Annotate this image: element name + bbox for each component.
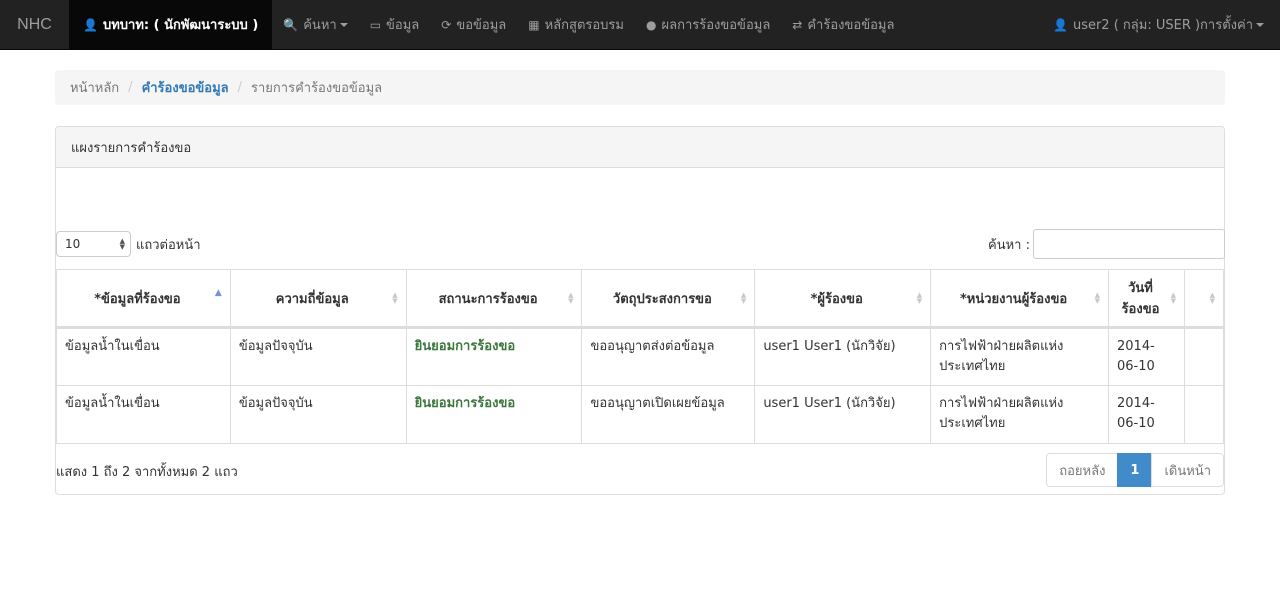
column-header-label: ความถี่ข้อมูล [275,291,349,307]
nav-item-request-results[interactable]: ● ผลการร้องขอข้อมูล [635,0,781,49]
pagination: ถอยหลัง 1 เดินหน้า [1046,453,1224,487]
table-header-row: *ข้อมูลที่ร้องขอ ▲ ความถี่ข้อมูล ▲ ▼ สถานะก… [56,269,1225,329]
nav-item-request-data-label: ขอข้อมูล [456,18,507,33]
requests-table: *ข้อมูลที่ร้องขอ ▲ ความถี่ข้อมูล ▲ ▼ สถานะก… [56,269,1225,444]
comment-icon: ● [646,17,657,32]
breadcrumb: หน้าหลัก / คำร้องขอข้อมูล / รายการคำร้อง… [55,70,1225,105]
cell-requester: user1 User1 (นักวิจัย) [754,385,932,444]
calendar-icon: ▦ [528,17,540,32]
cell-frequency: ข้อมูลปัจจุบัน [229,385,407,444]
page-length-value: 10 [65,237,81,251]
user-icon: 👤 [83,17,98,32]
nav-item-request-data[interactable]: ⟳ ขอข้อมูล [430,0,517,49]
search-input[interactable] [1033,229,1225,259]
cell-actions[interactable] [1183,327,1225,386]
nav-item-request-results-label: ผลการร้องขอข้อมูล [661,18,771,33]
sort-both-icon: ▲ ▼ [1209,291,1215,305]
cell-frequency: ข้อมูลปัจจุบัน [229,327,407,386]
refresh-icon: ⟳ [441,17,452,32]
pagination-prev-button[interactable]: ถอยหลัง [1046,453,1119,487]
cell-status: ยินยอมการร้องขอ [405,385,583,444]
cell-purpose: ขออนุญาตส่งต่อข้อมูล [581,327,756,386]
pagination-page-1[interactable]: 1 [1117,453,1153,487]
search-control: ค้นหา : [988,229,1225,259]
breadcrumb-current: รายการคำร้องขอข้อมูล [251,81,383,96]
requests-panel: แผงรายการคำร้องขอ 10 ▲ ▼ แถวต่อหน้า ค้นหา… [55,126,1225,495]
nav-item-training-label: หลักสูตรอบรม [544,18,624,33]
sort-both-icon: ▲ ▼ [568,291,574,305]
caret-down-icon [1256,22,1264,27]
cell-status: ยินยอมการร้องขอ [405,327,583,386]
sort-asc-icon: ▲ [214,288,222,298]
nav-item-training[interactable]: ▦ หลักสูตรอบรม [517,0,635,49]
cell-requester: user1 User1 (นักวิจัย) [754,327,932,386]
column-header-label: *หน่วยงานผู้ร้องขอ [959,291,1068,307]
page-length-select[interactable]: 10 ▲ ▼ [56,231,131,257]
select-arrows-icon: ▲ ▼ [119,237,125,251]
panel-title: แผงรายการคำร้องขอ [56,127,1224,168]
column-header-agency[interactable]: *หน่วยงานผู้ร้องขอ ▲ ▼ [930,269,1109,329]
nav-role[interactable]: 👤 บทบาท: ( นักพัฒนาระบบ ) [69,0,273,49]
column-header-label: *ผู้ร้องขอ [810,291,863,307]
column-header-requester[interactable]: *ผู้ร้องขอ ▲ ▼ [754,269,932,329]
cell-date: 2014-06-10 [1108,385,1185,444]
table-row[interactable]: ข้อมูลน้ำในเขื่อน ข้อมูลปัจจุบัน ยินยอมก… [56,385,1225,444]
sort-both-icon: ▲ ▼ [392,291,398,305]
breadcrumb-home[interactable]: หน้าหลัก [70,77,119,98]
nav-item-search[interactable]: 🔍 ค้นหา [272,0,358,49]
column-header-label: *ข้อมูลที่ร้องขอ [94,291,181,307]
nav-item-data-requests[interactable]: ⇄ คำร้องขอข้อมูล [781,0,905,49]
page-length-control: 10 ▲ ▼ แถวต่อหน้า [56,231,201,257]
column-header-label: สถานะการร้องขอ [438,291,538,307]
cell-agency: การไฟฟ้าฝ่ายผลิตแห่งประเทศไทย [930,327,1109,386]
caret-down-icon [339,22,348,27]
breadcrumb-separator: / [237,80,243,95]
search-label: ค้นหา : [988,237,1030,253]
cell-agency: การไฟฟ้าฝ่ายผลิตแห่งประเทศไทย [930,385,1109,444]
pagination-next-button[interactable]: เดินหน้า [1151,453,1224,487]
table-controls: 10 ▲ ▼ แถวต่อหน้า ค้นหา : [56,229,1225,259]
cell-purpose: ขออนุญาตเปิดเผยข้อมูล [581,385,756,444]
cell-requested-data: ข้อมูลน้ำในเขื่อน [56,385,231,444]
navbar: NHC 👤 บทบาท: ( นักพัฒนาระบบ ) 🔍 ค้นหา ▭ … [0,0,1280,50]
nav-role-label: บทบาท: ( นักพัฒนาระบบ ) [102,18,259,33]
nav-user-label: user2 ( กลุ่ม: USER )การตั้งค่า [1072,18,1253,33]
nav-item-search-label: ค้นหา [303,18,337,33]
nav-item-data-label: ข้อมูล [386,18,420,33]
column-header-actions[interactable]: ▲ ▼ [1183,269,1225,329]
page-length-label: แถวต่อหน้า [136,237,201,253]
brand-logo[interactable]: NHC [0,0,69,49]
table-info: แสดง 1 ถึง 2 จากทั้งหมด 2 แถว [56,465,238,480]
column-header-requested-data[interactable]: *ข้อมูลที่ร้องขอ ▲ [56,269,231,329]
cell-requested-data: ข้อมูลน้ำในเขื่อน [56,327,231,386]
column-header-status[interactable]: สถานะการร้องขอ ▲ ▼ [405,269,583,329]
column-header-frequency[interactable]: ความถี่ข้อมูล ▲ ▼ [229,269,407,329]
user-icon: 👤 [1053,17,1068,32]
sort-both-icon: ▲ ▼ [740,291,747,305]
cell-date: 2014-06-10 [1108,327,1185,386]
table-row[interactable]: ข้อมูลน้ำในเขื่อน ข้อมูลปัจจุบัน ยินยอมก… [56,327,1225,386]
nav-user-menu[interactable]: 👤 user2 ( กลุ่ม: USER )การตั้งค่า [1042,0,1280,49]
sort-both-icon: ▲ ▼ [916,291,923,305]
cell-actions[interactable] [1183,385,1225,444]
breadcrumb-section[interactable]: คำร้องขอข้อมูล [142,77,229,98]
transfer-icon: ⇄ [792,17,803,32]
column-header-label: วันที่ร้องขอ [1121,281,1160,317]
column-header-date[interactable]: วันที่ร้องขอ ▲ ▼ [1108,269,1185,329]
hdd-icon: ▭ [369,17,382,32]
sort-both-icon: ▲ ▼ [1170,291,1176,305]
nav-item-data-requests-label: คำร้องขอข้อมูล [807,18,895,33]
column-header-label: วัตถุประสงการขอ [612,291,712,307]
breadcrumb-separator: / [128,80,133,95]
column-header-purpose[interactable]: วัตถุประสงการขอ ▲ ▼ [581,269,756,329]
nav-item-data[interactable]: ▭ ข้อมูล [359,0,431,49]
sort-both-icon: ▲ ▼ [1094,291,1100,305]
search-icon: 🔍 [283,17,299,32]
